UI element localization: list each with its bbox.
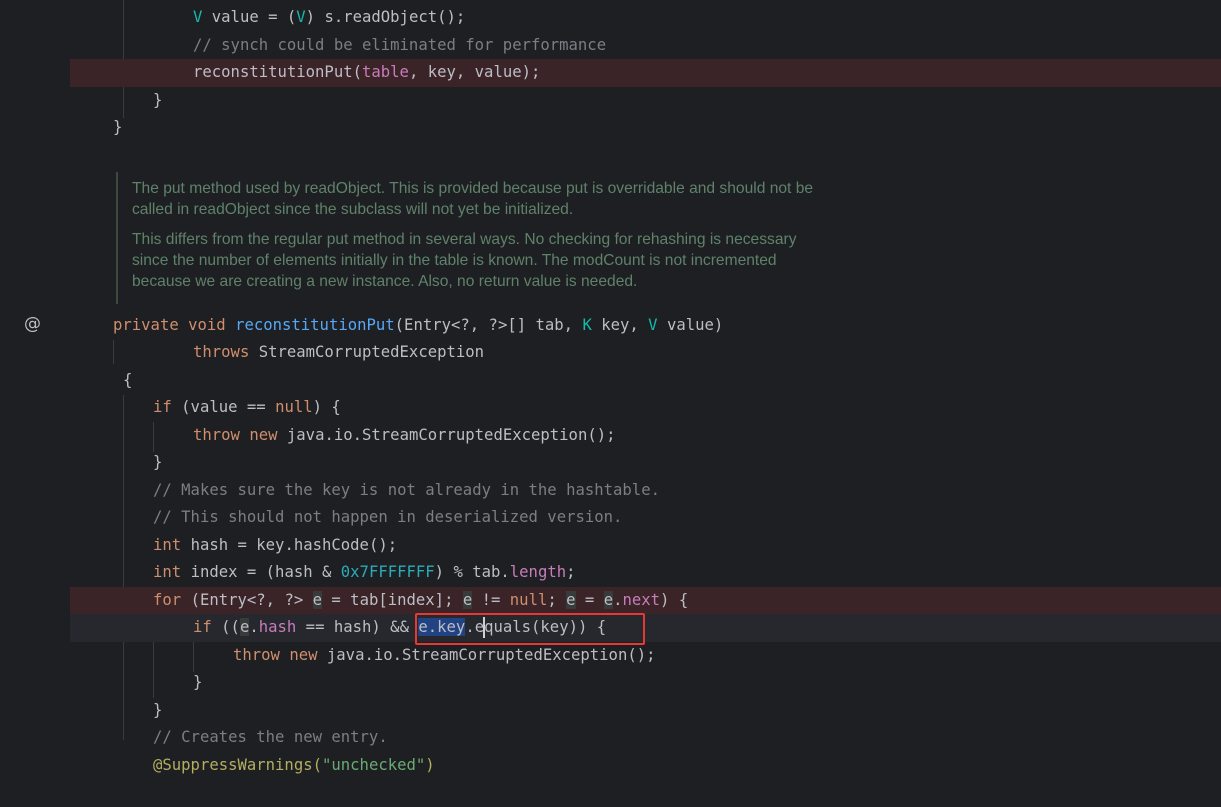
doc-paragraph: The put method used by readObject. This … — [118, 172, 918, 220]
token: != — [472, 591, 510, 609]
token-keyword: throw — [193, 426, 250, 444]
token: value = ( — [202, 8, 297, 26]
token-var: e — [603, 591, 614, 609]
token: ) { — [660, 591, 689, 609]
doc-line: The put method used by readObject. This … — [132, 180, 814, 197]
token-var: e — [239, 618, 250, 636]
token-annotation: @SuppressWarnings( — [153, 756, 322, 774]
code-line[interactable]: } — [0, 87, 1221, 115]
code-line[interactable]: // synch could be eliminated for perform… — [0, 32, 1221, 60]
code-line[interactable]: V value = (V) s.readObject(); — [0, 4, 1221, 32]
doc-paragraph: This differs from the regular put method… — [118, 220, 918, 292]
code-line[interactable]: int index = (hash & 0x7FFFFFFF) % tab.le… — [0, 559, 1221, 587]
token-keyword: if — [193, 618, 222, 636]
code-line[interactable]: if (value == null) { — [0, 394, 1221, 422]
token-annotation: ) — [425, 756, 435, 774]
token-var: e — [462, 591, 473, 609]
token-type: V — [296, 8, 306, 26]
code-line[interactable]: } — [0, 114, 1221, 142]
token: key, — [591, 316, 649, 334]
token-keyword: throw — [233, 646, 290, 664]
brace: } — [113, 118, 123, 136]
token-var: e — [312, 591, 323, 609]
breakpoint-line[interactable]: reconstitutionPut(table, key, value); — [70, 59, 1221, 87]
token: (Entry<?, ?>[] tab, — [394, 316, 583, 334]
method-name: reconstitutionPut — [235, 316, 395, 334]
code-line[interactable]: throw new java.io.StreamCorruptedExcepti… — [0, 422, 1221, 450]
breakpoint-line[interactable]: for (Entry<?, ?> e = tab[index]; e != nu… — [70, 587, 1221, 615]
code-line[interactable]: @SuppressWarnings("unchecked") — [0, 752, 1221, 780]
token: ; — [566, 563, 576, 581]
brace: } — [153, 91, 163, 109]
code-line[interactable]: throws StreamCorruptedException — [0, 339, 1221, 367]
brace: } — [193, 673, 203, 691]
token: , key, value); — [408, 63, 541, 81]
token: ) { — [312, 398, 341, 416]
doc-line: because we are creating a new instance. … — [132, 273, 638, 290]
token: ; — [547, 591, 567, 609]
doc-line: called in readObject since the subclass … — [132, 201, 574, 218]
token: java.io.StreamCorruptedException(); — [286, 426, 616, 444]
token: = — [575, 591, 604, 609]
code-line[interactable]: int hash = key.hashCode(); — [0, 532, 1221, 560]
token: = tab[index]; — [322, 591, 463, 609]
token-keyword: null — [509, 591, 548, 609]
token-field: next — [622, 591, 661, 609]
doc-line: since the number of elements initially i… — [132, 252, 777, 269]
token: ) % tab. — [434, 563, 510, 581]
code-line[interactable]: // This should not happen in deserialize… — [0, 504, 1221, 532]
token-keyword: throws — [193, 343, 259, 361]
token-number: 0x7FFFFFFF — [340, 563, 435, 581]
token-keyword: null — [275, 398, 313, 416]
comment: // This should not happen in deserialize… — [153, 508, 623, 526]
code-line[interactable]: } — [0, 449, 1221, 477]
code-line[interactable]: // Makes sure the key is not already in … — [0, 477, 1221, 505]
token: (( — [221, 618, 240, 636]
token-string: "unchecked" — [322, 756, 426, 774]
code-line[interactable]: } — [0, 697, 1221, 725]
token: (value == — [181, 398, 276, 416]
javadoc-rendered[interactable]: The put method used by readObject. This … — [116, 172, 918, 304]
token: index = (hash & — [190, 563, 341, 581]
token-field: table — [362, 63, 409, 81]
token-keyword: new — [289, 646, 327, 664]
method-signature[interactable]: private void reconstitutionPut(Entry<?, … — [0, 312, 1221, 340]
token-keyword: private — [113, 316, 189, 334]
code-line[interactable]: } — [0, 669, 1221, 697]
comment: // Makes sure the key is not already in … — [153, 481, 660, 499]
token: . — [249, 618, 259, 636]
current-line[interactable]: if ((e.hash == hash) && e.key.equals(key… — [70, 614, 1221, 642]
brace: { — [123, 371, 133, 389]
token-var: e — [566, 591, 576, 609]
token-keyword: new — [249, 426, 287, 444]
token-type: V — [648, 316, 658, 334]
token: reconstitutionPut( — [193, 63, 362, 81]
token: == hash) && — [296, 618, 419, 636]
token-keyword: void — [188, 316, 236, 334]
token-field: hash — [258, 618, 297, 636]
text-caret — [483, 617, 485, 638]
token-type: V — [193, 8, 203, 26]
code-line[interactable]: throw new java.io.StreamCorruptedExcepti… — [0, 642, 1221, 670]
code-line[interactable]: // Creates the new entry. — [0, 724, 1221, 752]
comment: // Creates the new entry. — [153, 728, 388, 746]
comment: // synch could be eliminated for perform… — [193, 36, 607, 54]
code-line[interactable]: { — [0, 367, 1221, 395]
token: value) — [657, 316, 724, 334]
token: hash = key.hashCode(); — [190, 536, 398, 554]
token-keyword: int — [153, 536, 191, 554]
brace: } — [153, 701, 163, 719]
token-type: K — [582, 316, 592, 334]
token-keyword: int — [153, 563, 191, 581]
brace: } — [153, 453, 163, 471]
token: ) s.readObject(); — [305, 8, 466, 26]
token-field: length — [509, 563, 567, 581]
highlight-box — [415, 613, 645, 645]
doc-line: This differs from the regular put method… — [132, 231, 797, 248]
token: java.io.StreamCorruptedException(); — [326, 646, 656, 664]
token-keyword: if — [153, 398, 182, 416]
token: (Entry<?, ?> — [190, 591, 313, 609]
token: StreamCorruptedException — [258, 343, 485, 361]
token-keyword: for — [153, 591, 191, 609]
